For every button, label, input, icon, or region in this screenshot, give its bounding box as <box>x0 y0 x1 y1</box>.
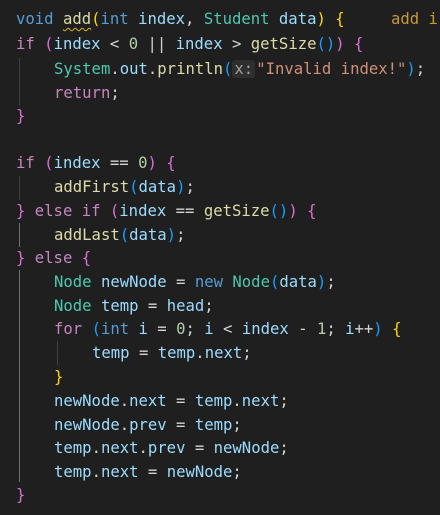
token: getSize <box>250 35 317 53</box>
indent-guide <box>19 270 20 482</box>
code-line-21[interactable]: } <box>16 484 25 508</box>
code-line-18[interactable]: newNode.prev = temp; <box>54 414 242 438</box>
token: temp <box>157 344 196 362</box>
token: index <box>175 35 223 53</box>
token: next <box>241 392 280 410</box>
token: newNode <box>54 392 120 410</box>
token: data <box>138 178 177 196</box>
token: else <box>34 249 73 267</box>
token: temp <box>194 416 233 434</box>
code-line-17[interactable]: newNode.next = temp.next; <box>54 390 289 414</box>
token: println <box>157 60 224 78</box>
token: "Invalid index!" <box>256 60 407 78</box>
token: next <box>204 344 243 362</box>
token: temp <box>54 439 92 457</box>
token: temp <box>194 392 233 410</box>
code-line-4[interactable]: return; <box>54 82 120 106</box>
token: index <box>53 154 101 172</box>
code-line-20[interactable]: temp.next = newNode; <box>54 461 242 485</box>
code-line-1[interactable]: void add(int index, Student data) { <box>16 8 345 32</box>
token: int <box>100 10 129 28</box>
method-name-warning[interactable]: add <box>63 10 91 28</box>
code-editor[interactable]: void add(int index, Student data) { add … <box>0 0 440 515</box>
code-line-2[interactable]: if (index < 0 || index > getSize()) { <box>16 33 363 57</box>
token: 1 <box>316 320 327 338</box>
code-line-19[interactable]: temp.next.prev = newNode; <box>54 437 289 461</box>
token: prev <box>129 416 167 434</box>
parameter-hint: x: <box>232 60 256 78</box>
code-line-11[interactable]: } else { <box>16 247 91 271</box>
code-line-15[interactable]: temp = temp.next; <box>92 342 252 366</box>
code-line-5[interactable]: } <box>16 105 25 129</box>
token: addFirst <box>54 178 130 196</box>
token: Node <box>54 273 92 291</box>
token: addLast <box>54 226 120 244</box>
token: Student <box>203 10 270 28</box>
token: for <box>54 320 83 338</box>
indent-guide <box>19 223 20 247</box>
token: else <box>34 202 73 220</box>
token: head <box>166 297 205 315</box>
code-line-9[interactable]: } else if (index == getSize()) { <box>16 200 316 224</box>
indent-guide <box>19 58 20 106</box>
token: newNode <box>213 439 280 457</box>
token: next <box>100 439 139 457</box>
token: i <box>345 320 355 338</box>
token: index <box>119 202 167 220</box>
token: if <box>16 154 35 172</box>
indent-guide <box>19 176 20 200</box>
code-line-8[interactable]: addFirst(data); <box>54 176 195 200</box>
error-lens-text: add i <box>391 10 438 28</box>
token: if <box>16 35 35 53</box>
code-line-12[interactable]: Node newNode = new Node(data); <box>54 271 336 295</box>
token: temp <box>92 344 130 362</box>
code-line-16[interactable]: } <box>54 366 63 390</box>
token: System <box>54 60 111 78</box>
token: temp <box>100 297 139 315</box>
token: index <box>138 10 186 28</box>
token: index <box>241 320 289 338</box>
code-line-7[interactable]: if (index == 0) { <box>16 152 176 176</box>
token: newNode <box>100 273 167 291</box>
token: return <box>54 84 111 102</box>
token: 0 <box>128 35 139 53</box>
token: next <box>129 392 167 410</box>
token: if <box>81 202 101 220</box>
token: int <box>100 320 130 338</box>
token: newNode <box>166 463 233 481</box>
token: i <box>138 320 148 338</box>
token: temp <box>54 463 92 481</box>
token: data <box>129 226 167 244</box>
token: void <box>16 10 54 28</box>
token: i <box>204 320 214 338</box>
token: data <box>279 273 317 291</box>
token: Node <box>54 297 92 315</box>
code-line-13[interactable]: Node temp = head; <box>54 295 214 319</box>
code-line-10[interactable]: addLast(data); <box>54 224 185 248</box>
token: newNode <box>54 416 120 434</box>
token: prev <box>147 439 186 457</box>
indent-guide <box>57 341 58 365</box>
token: getSize <box>203 202 270 220</box>
code-line-14[interactable]: for (int i = 0; i < index - 1; i++) { <box>54 318 401 342</box>
token: new <box>194 273 224 291</box>
token: out <box>119 60 148 78</box>
code-line-3[interactable]: System.out.println(x: "Invalid index!"); <box>54 58 425 82</box>
token: data <box>278 10 317 28</box>
token: index <box>53 35 101 53</box>
token: Node <box>232 273 270 291</box>
token: next <box>100 463 139 481</box>
